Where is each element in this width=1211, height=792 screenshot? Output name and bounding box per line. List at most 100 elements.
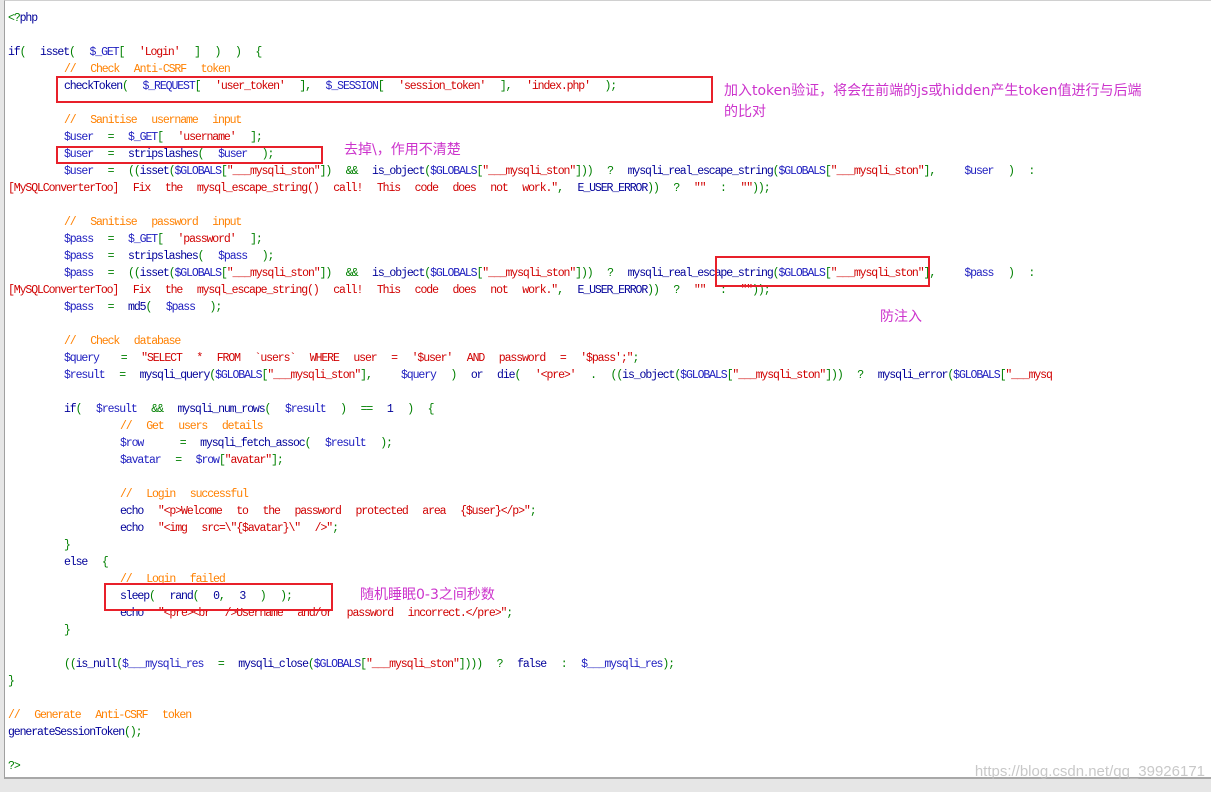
code-token: is_object — [622, 369, 675, 382]
code-token: $GLOBALS — [313, 658, 362, 671]
code-token: "___mysqli_ston" — [226, 165, 321, 178]
code-token: // Login successful — [120, 488, 249, 501]
code-token: $result — [325, 437, 367, 450]
code-token: md5 — [128, 301, 147, 314]
code-token: "___mysqli_ston" — [482, 165, 576, 178]
code-token: $GLOBALS — [174, 267, 223, 280]
code-token: or — [470, 369, 484, 382]
code-token: $pass — [64, 301, 94, 314]
annotation-token-check-1: 加入token验证，将会在前端的js或hidden产生token值进行与后端 — [724, 83, 1142, 99]
code-token: // Sanitise password input — [64, 216, 242, 229]
code-token: isset — [139, 165, 170, 178]
code-token: { — [255, 46, 262, 59]
code-token: false — [517, 658, 547, 671]
code-token: : — [1028, 267, 1035, 280]
code-token: $result — [284, 403, 327, 416]
code-token: $GLOBALS — [953, 369, 1001, 382]
code-token: ; — [763, 182, 771, 195]
code-token: "___mysq — [1005, 369, 1053, 382]
code-line: else { — [8, 554, 1052, 571]
code-token: $pass — [64, 233, 94, 246]
code-token: $result — [64, 369, 106, 382]
annotation-sleep: 随机睡眠0-3之间秒数 — [360, 587, 495, 603]
annotation-token-check-2: 的比对 — [724, 104, 766, 120]
code-token: if — [64, 403, 77, 416]
code-line: $user = $_GET[ 'username' ]; — [8, 129, 1052, 146]
code-token: ; — [529, 505, 537, 518]
code-token: "___mysqli_ston" — [267, 369, 361, 382]
code-token: "avatar" — [224, 454, 273, 467]
code-token: ; — [668, 658, 675, 671]
code-token: $query — [64, 352, 100, 365]
code-token: 'username' — [177, 131, 236, 144]
code-token: "___mysqli_ston" — [365, 658, 460, 671]
code-token: is_object — [372, 267, 425, 280]
code-token: $_GET — [128, 233, 158, 246]
code-line: } — [8, 537, 1052, 554]
code-line: $avatar = $row["avatar"]; — [8, 452, 1052, 469]
code-token: "___mysqli_ston" — [482, 267, 576, 280]
code-token: ; — [276, 454, 284, 467]
highlight-box-checktoken — [56, 76, 713, 103]
code-token: $___mysqli_res — [122, 658, 204, 671]
code-token: // Check database — [64, 335, 181, 348]
code-token: isset — [139, 267, 170, 280]
code-token: mysqli_fetch_assoc — [200, 437, 306, 450]
code-token: $GLOBALS — [778, 165, 826, 178]
code-token: mysqli_real_escape_string — [627, 165, 774, 178]
code-token: $GLOBALS — [430, 267, 478, 280]
code-token: [MySQLConverterToo] Fix the mysql_escape… — [8, 284, 558, 297]
code-line: // Get users details — [8, 418, 1052, 435]
code-token: $result — [96, 403, 138, 416]
highlight-box-sleep — [104, 583, 333, 611]
code-line: $result = mysqli_query($GLOBALS["___mysq… — [8, 367, 1053, 384]
code-token: } — [8, 675, 15, 688]
code-token: ; — [255, 233, 263, 246]
code-token: $pass — [218, 250, 248, 263]
code-token: // Get users details — [120, 420, 264, 433]
